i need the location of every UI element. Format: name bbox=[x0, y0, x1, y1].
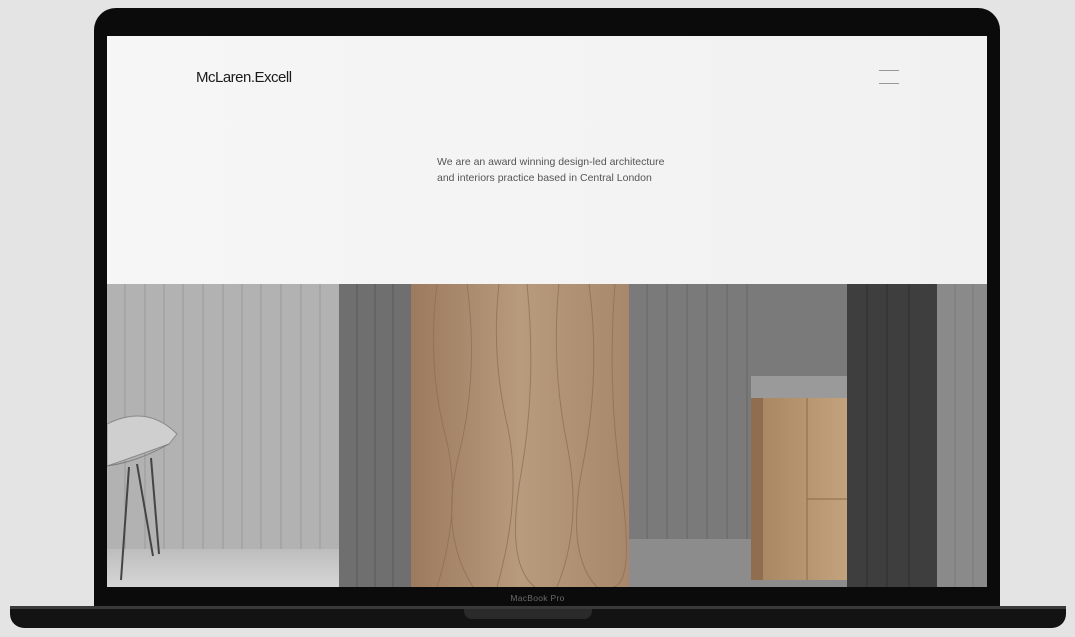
tagline-line: and interiors practice based in Central … bbox=[437, 172, 652, 184]
browser-viewport: McLaren.Excell We are an award winning d… bbox=[107, 36, 987, 587]
site-logo[interactable]: McLaren.Excell bbox=[196, 69, 292, 86]
hero-section: McLaren.Excell We are an award winning d… bbox=[107, 36, 987, 284]
hero-photo bbox=[107, 284, 987, 587]
intro-tagline: We are an award winning design-led archi… bbox=[437, 154, 697, 186]
hamburger-menu-icon[interactable] bbox=[879, 70, 901, 86]
tagline-line: We are an award winning design-led archi… bbox=[437, 156, 665, 168]
device-label: MacBook Pro bbox=[510, 593, 565, 603]
laptop-notch bbox=[464, 609, 592, 619]
